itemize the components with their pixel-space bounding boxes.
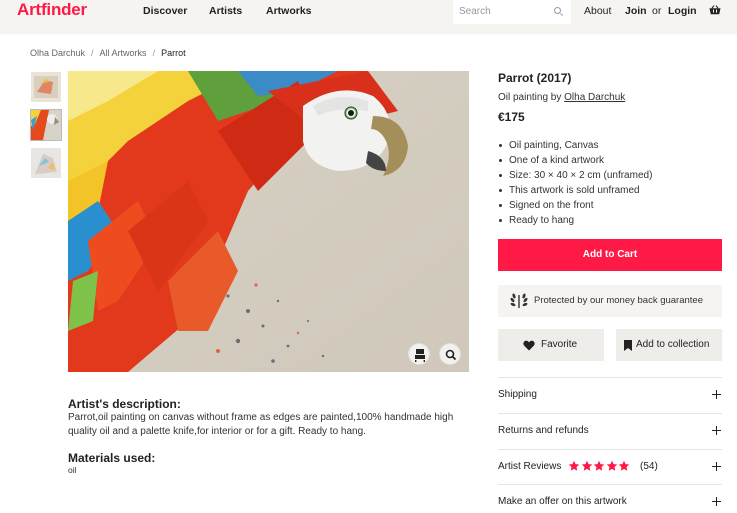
star-icon bbox=[581, 460, 592, 471]
view-in-room-icon bbox=[415, 349, 425, 362]
make-offer-row[interactable]: Make an offer on this artwork bbox=[498, 484, 722, 513]
feature-item: Size: 30 × 40 × 2 cm (unframed) bbox=[498, 168, 652, 183]
add-to-collection-button[interactable]: Add to collection bbox=[616, 329, 722, 361]
star-icon bbox=[568, 460, 580, 471]
product-title: Parrot (2017) bbox=[498, 71, 572, 85]
breadcrumb-current: Parrot bbox=[161, 48, 186, 58]
laurel-icon bbox=[510, 293, 528, 308]
artist-description-heading: Artist's description: bbox=[68, 397, 181, 411]
make-offer-label: Make an offer on this artwork bbox=[498, 496, 627, 507]
artfinder-logo[interactable]: Artfinder bbox=[17, 0, 87, 20]
feature-item: Oil painting, Canvas bbox=[498, 138, 652, 153]
shipping-row[interactable]: Shipping bbox=[498, 377, 722, 413]
artwork-image[interactable] bbox=[68, 71, 469, 372]
returns-label: Returns and refunds bbox=[498, 425, 589, 436]
shipping-label: Shipping bbox=[498, 389, 537, 400]
join-link[interactable]: Join bbox=[625, 4, 647, 18]
product-price: €175 bbox=[498, 110, 525, 124]
favorite-label: Favorite bbox=[541, 339, 578, 350]
feature-item: This artwork is sold unframed bbox=[498, 183, 652, 198]
add-to-cart-button[interactable]: Add to Cart bbox=[498, 239, 722, 271]
bookmark-icon bbox=[624, 340, 632, 351]
nav-artists[interactable]: Artists bbox=[209, 4, 242, 18]
or-text: or bbox=[652, 5, 662, 17]
search-box bbox=[453, 0, 571, 24]
zoom-icon bbox=[445, 349, 457, 361]
materials-heading: Materials used: bbox=[68, 451, 156, 465]
breadcrumb-separator: / bbox=[152, 48, 156, 58]
plus-icon[interactable] bbox=[712, 426, 721, 435]
search-input[interactable] bbox=[459, 4, 549, 18]
about-link[interactable]: About bbox=[584, 4, 611, 18]
thumbnail-3[interactable] bbox=[31, 148, 61, 178]
nav-discover[interactable]: Discover bbox=[143, 4, 187, 18]
materials-text: oil bbox=[68, 465, 77, 475]
favorite-button[interactable]: Favorite bbox=[498, 329, 604, 361]
artist-reviews-label: Artist Reviews bbox=[498, 461, 562, 472]
artist-link[interactable]: Olha Darchuk bbox=[564, 92, 625, 103]
nav-artworks[interactable]: Artworks bbox=[266, 4, 312, 18]
product-subtitle: Oil painting by Olha Darchuk bbox=[498, 92, 625, 104]
feature-item: One of a kind artwork bbox=[498, 153, 652, 168]
rating-stars bbox=[568, 460, 631, 474]
breadcrumb-all-artworks[interactable]: All Artworks bbox=[100, 48, 147, 58]
artist-description-text: Parrot,oil painting on canvas without fr… bbox=[68, 412, 454, 437]
feature-item: Ready to hang bbox=[498, 213, 652, 228]
thumbnail-1[interactable] bbox=[31, 72, 61, 102]
plus-icon[interactable] bbox=[712, 497, 721, 506]
zoom-button[interactable] bbox=[439, 343, 461, 365]
money-back-guarantee: Protected by our money back guarantee bbox=[498, 285, 722, 317]
top-navigation-bar: Artfinder Discover Artists Artworks Abou… bbox=[0, 0, 737, 34]
view-in-room-button[interactable] bbox=[408, 343, 430, 365]
login-link[interactable]: Login bbox=[668, 4, 697, 18]
artist-reviews-row[interactable]: Artist Reviews (54) bbox=[498, 449, 722, 485]
feature-list: Oil painting, Canvas One of a kind artwo… bbox=[498, 138, 652, 228]
review-count: (54) bbox=[640, 461, 658, 472]
product-medium: Oil painting by bbox=[498, 92, 565, 103]
guarantee-text: Protected by our money back guarantee bbox=[534, 295, 703, 306]
breadcrumb-artist[interactable]: Olha Darchuk bbox=[30, 48, 85, 58]
star-icon bbox=[618, 460, 630, 471]
feature-item: Signed on the front bbox=[498, 198, 652, 213]
plus-icon[interactable] bbox=[712, 390, 721, 399]
search-icon[interactable] bbox=[554, 7, 561, 14]
breadcrumb: Olha Darchuk / All Artworks / Parrot bbox=[30, 47, 186, 59]
thumbnail-2[interactable] bbox=[30, 109, 62, 141]
plus-icon[interactable] bbox=[712, 462, 721, 471]
star-icon bbox=[593, 460, 605, 471]
star-icon bbox=[606, 460, 617, 471]
basket-icon[interactable] bbox=[709, 5, 721, 15]
add-to-collection-label: Add to collection bbox=[636, 339, 710, 350]
breadcrumb-separator: / bbox=[91, 48, 94, 58]
heart-icon bbox=[523, 340, 535, 351]
returns-row[interactable]: Returns and refunds bbox=[498, 413, 722, 449]
